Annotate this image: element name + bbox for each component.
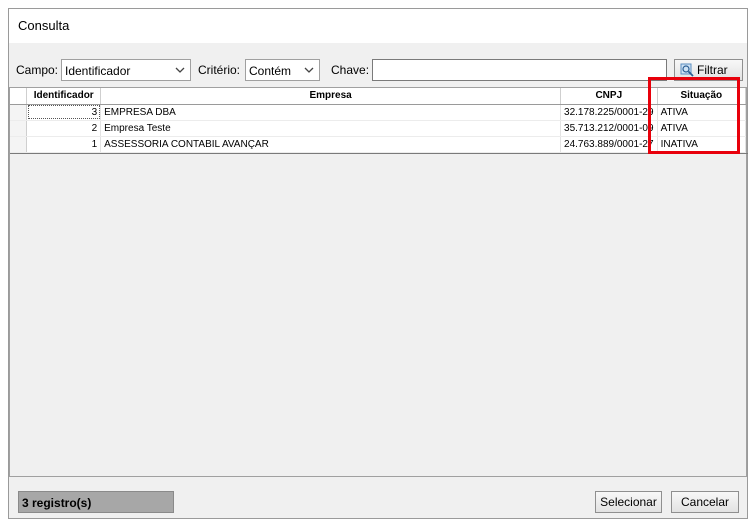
title-bar: Consulta	[9, 9, 747, 43]
cell-empresa[interactable]: Empresa Teste	[100, 120, 562, 137]
filter-toolbar: Campo: Identificador Critério: Contém Ch…	[9, 53, 747, 87]
cell-identificador[interactable]: 2	[26, 120, 102, 137]
cell-cnpj[interactable]: 32.178.225/0001-29	[560, 104, 658, 121]
campo-select[interactable]: Identificador	[61, 59, 191, 81]
criterio-select-value: Contém	[249, 64, 292, 78]
criterio-label: Critério:	[198, 63, 241, 77]
results-table: Identificador Empresa CNPJ Situação 3 EM…	[10, 88, 747, 153]
column-header-identificador[interactable]: Identificador	[26, 88, 102, 105]
table-bottom-divider	[10, 153, 748, 154]
chave-input[interactable]	[372, 59, 667, 81]
column-header-cnpj[interactable]: CNPJ	[560, 88, 658, 105]
cell-situacao[interactable]: ATIVA	[657, 104, 747, 121]
row-indicator[interactable]	[10, 104, 28, 121]
cell-identificador[interactable]: 1	[26, 136, 102, 153]
dialog-title: Consulta	[18, 18, 70, 33]
campo-select-value: Identificador	[65, 64, 131, 78]
cell-empresa[interactable]: ASSESSORIA CONTABIL AVANÇAR	[100, 136, 562, 153]
column-header-situacao[interactable]: Situação	[657, 88, 747, 105]
criterio-select[interactable]: Contém	[245, 59, 320, 81]
filtrar-button[interactable]: Filtrar	[674, 59, 743, 81]
table-row[interactable]: 2 Empresa Teste 35.713.212/0001-09 ATIVA	[10, 120, 747, 137]
chevron-down-icon	[304, 67, 314, 73]
column-header-empresa[interactable]: Empresa	[100, 88, 562, 105]
table-row[interactable]: 3 EMPRESA DBA 32.178.225/0001-29 ATIVA	[10, 104, 747, 121]
record-count-status: 3 registro(s)	[18, 491, 174, 513]
table-row[interactable]: 1 ASSESSORIA CONTABIL AVANÇAR 24.763.889…	[10, 136, 747, 153]
filtrar-label: Filtrar	[697, 63, 728, 77]
cell-cnpj[interactable]: 35.713.212/0001-09	[560, 120, 658, 137]
chave-label: Chave:	[331, 63, 370, 77]
record-count-label: 3 registro(s)	[22, 496, 92, 510]
header-row: Identificador Empresa CNPJ Situação	[10, 88, 747, 105]
row-indicator-header	[10, 88, 28, 105]
cancelar-button[interactable]: Cancelar	[671, 491, 739, 513]
selecionar-button[interactable]: Selecionar	[595, 491, 662, 513]
cell-situacao[interactable]: ATIVA	[657, 120, 747, 137]
magnifier-icon	[680, 63, 694, 77]
results-grid[interactable]: Identificador Empresa CNPJ Situação 3 EM…	[9, 87, 748, 477]
campo-label: Campo:	[16, 63, 59, 77]
row-indicator[interactable]	[10, 136, 28, 153]
cell-cnpj[interactable]: 24.763.889/0001-27	[560, 136, 658, 153]
row-indicator[interactable]	[10, 120, 28, 137]
consulta-dialog: Consulta Campo: Identificador Critério: …	[8, 8, 748, 519]
cell-situacao[interactable]: INATIVA	[657, 136, 747, 153]
chevron-down-icon	[175, 67, 185, 73]
cell-identificador[interactable]: 3	[26, 104, 102, 121]
cell-empresa[interactable]: EMPRESA DBA	[100, 104, 562, 121]
